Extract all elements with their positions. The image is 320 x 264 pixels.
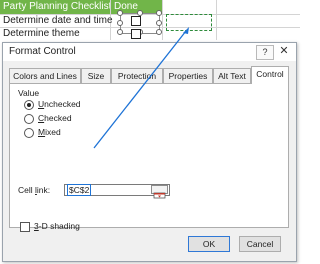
row-label-date-time[interactable]: Determine date and time — [3, 15, 113, 26]
cell-link-label: Cell link: — [18, 185, 51, 195]
header-cell-checklist[interactable]: Party Planning Checklist — [0, 0, 111, 14]
close-button[interactable]: ✕ — [276, 45, 292, 58]
tab-protection[interactable]: Protection — [111, 68, 163, 83]
cell-link-value: $C$2 — [67, 184, 92, 196]
resize-handle[interactable] — [156, 10, 162, 16]
grid-line — [216, 0, 217, 40]
ok-button[interactable]: OK — [188, 236, 230, 252]
radio-unchecked-label[interactable]: Unchecked — [38, 99, 81, 109]
tab-control[interactable]: Control — [251, 66, 289, 84]
tab-size[interactable]: Size — [81, 68, 111, 83]
row-label-theme[interactable]: Determine theme — [3, 28, 80, 39]
dialog-titlebar[interactable]: Format Control ? ✕ — [3, 43, 296, 61]
radio-checked[interactable] — [24, 114, 34, 124]
tab-colors-and-lines[interactable]: Colors and Lines — [9, 68, 81, 83]
dialog-title: Format Control — [9, 46, 76, 57]
tab-alt-text[interactable]: Alt Text — [213, 68, 251, 83]
collapse-dialog-glyph — [153, 192, 166, 199]
tab-properties[interactable]: Properties — [163, 68, 213, 83]
radio-mixed[interactable] — [24, 128, 34, 138]
linked-cell-c2[interactable] — [166, 14, 212, 31]
control-tab-panel: Value Unchecked Checked Mixed Cell link:… — [9, 83, 289, 232]
collapse-dialog-icon[interactable] — [151, 185, 168, 199]
sheet-checkbox-2[interactable] — [131, 29, 141, 39]
radio-checked-label[interactable]: Checked — [38, 113, 72, 123]
format-control-dialog: Format Control ? ✕ Colors and Lines Size… — [2, 42, 297, 262]
resize-handle[interactable] — [117, 10, 123, 16]
resize-handle[interactable] — [117, 20, 123, 26]
spreadsheet: Party Planning Checklist Done Determine … — [0, 0, 300, 40]
resize-handle[interactable] — [156, 29, 162, 35]
resize-handle[interactable] — [156, 20, 162, 26]
value-group-label: Value — [18, 88, 40, 98]
3d-shading-checkbox[interactable] — [20, 222, 30, 232]
grid-line — [162, 0, 163, 40]
radio-mixed-label[interactable]: Mixed — [38, 127, 61, 137]
sheet-checkbox-1[interactable] — [131, 16, 141, 26]
3d-shading-label[interactable]: 3-D shading — [34, 221, 80, 231]
help-button[interactable]: ? — [256, 45, 274, 60]
resize-handle[interactable] — [117, 29, 123, 35]
radio-unchecked[interactable] — [24, 100, 34, 110]
cancel-button[interactable]: Cancel — [239, 236, 281, 252]
